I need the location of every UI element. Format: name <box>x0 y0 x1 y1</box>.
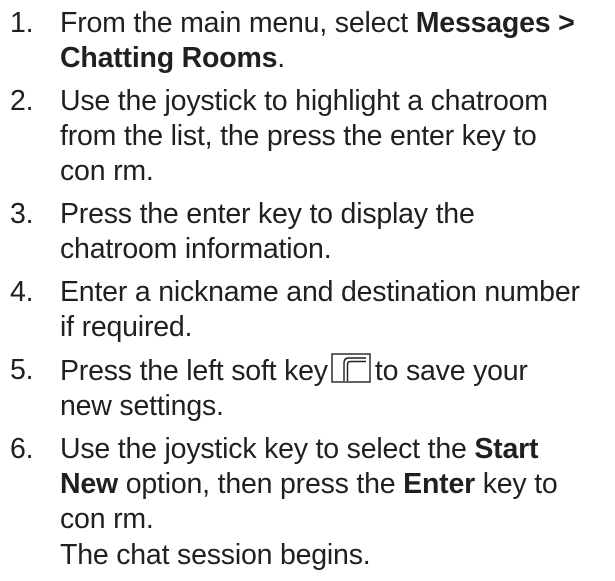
step-number: 5. <box>10 354 34 386</box>
step-text: Use the joystick key to select the <box>60 433 475 465</box>
step-line: con rm. <box>60 503 154 535</box>
step-number: 6. <box>10 433 34 465</box>
step-line: Use the joystick to highlight a chatroom <box>60 85 548 117</box>
step-line: Use the joystick key to select the Start <box>60 432 615 467</box>
step-number: 1. <box>10 7 34 39</box>
step-5: 5. Press the left soft key to save your … <box>0 353 615 424</box>
step-number: 4. <box>10 276 34 308</box>
step-result-text: The chat session begins. <box>60 539 371 571</box>
step-line: from the list, the press the enter key t… <box>60 120 537 152</box>
step-2: 2. Use the joystick to highlight a chatr… <box>0 84 615 189</box>
menu-path-bold: Chatting Rooms <box>60 42 278 74</box>
instruction-document: 1. From the main menu, select Messages >… <box>0 0 615 571</box>
step-line: From the main menu, select Messages > <box>60 6 615 41</box>
option-name-bold: Start <box>474 433 539 465</box>
step-line: new settings. <box>60 390 224 422</box>
step-line: Press the enter key to display the <box>60 198 475 230</box>
step-line: con rm. <box>60 155 154 187</box>
step-text: From the main menu, select <box>60 7 416 39</box>
step-3: 3. Press the enter key to display the ch… <box>0 197 615 267</box>
step-line: Enter a nickname and destination number <box>60 276 580 308</box>
step-text: Press the left soft key <box>60 355 328 387</box>
left-soft-key-icon <box>331 353 371 383</box>
step-text: option, then press the <box>118 468 404 500</box>
step-number: 3. <box>10 198 34 230</box>
option-name-bold: New <box>60 468 119 500</box>
step-line: Chatting Rooms. <box>60 41 615 76</box>
step-text: . <box>277 42 285 74</box>
step-1: 1. From the main menu, select Messages >… <box>0 6 615 76</box>
menu-path-bold: Messages > <box>415 7 575 39</box>
step-6: 6. Use the joystick key to select the St… <box>0 432 615 573</box>
key-name-bold: Enter <box>403 468 476 500</box>
step-text: key to <box>475 468 558 500</box>
step-line: chatroom information. <box>60 233 332 265</box>
step-line: if required. <box>60 311 193 343</box>
steps-list: 1. From the main menu, select Messages >… <box>0 6 615 581</box>
step-text: to save your <box>374 355 528 387</box>
step-line: New option, then press the Enter key to <box>60 467 615 502</box>
step-4: 4. Enter a nickname and destination numb… <box>0 275 615 345</box>
step-line: Press the left soft key to save your <box>60 353 615 389</box>
step-number: 2. <box>10 85 34 117</box>
